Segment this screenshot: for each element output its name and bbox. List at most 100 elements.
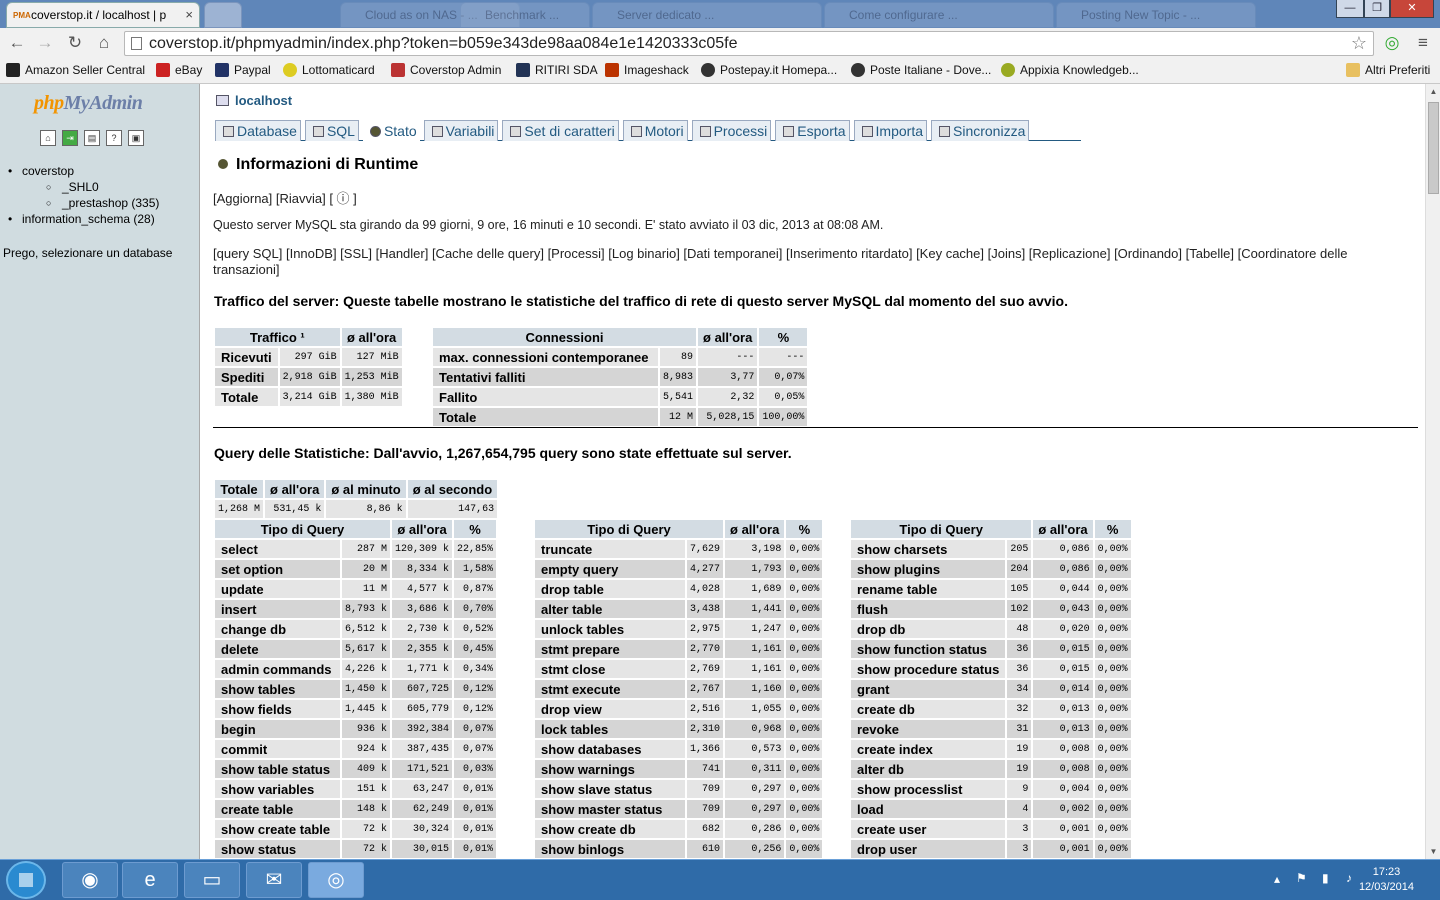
bookmark-item[interactable]: Paypal: [215, 62, 271, 78]
row-value: 4,577 k: [392, 580, 453, 598]
reload-icon[interactable]: ↻: [64, 32, 86, 54]
page-icon: [131, 37, 142, 50]
db-item-information-schema[interactable]: information_schema (28): [8, 211, 159, 227]
row-value: 0,004: [1033, 780, 1093, 798]
row-value: 0,008: [1033, 760, 1093, 778]
db-subitem[interactable]: _prestashop (335): [8, 195, 159, 211]
back-icon[interactable]: ←: [6, 32, 28, 54]
minimize-button[interactable]: —: [1336, 0, 1364, 18]
maximize-button[interactable]: ❐: [1364, 0, 1390, 18]
tab-set-di-caratteri[interactable]: Set di caratteri: [502, 120, 619, 141]
amazon-icon: [6, 63, 20, 77]
tab-importa[interactable]: Importa: [853, 120, 927, 141]
tab-sincronizza[interactable]: Sincronizza: [931, 120, 1030, 141]
row-value: 0,015: [1033, 660, 1093, 678]
row-label: Fallito: [433, 388, 658, 406]
start-button[interactable]: [6, 861, 46, 899]
address-bar[interactable]: coverstop.it/phpmyadmin/index.php?token=…: [124, 31, 1374, 56]
row-value: 0,00%: [786, 540, 823, 558]
mysql-docs-icon[interactable]: ▣: [128, 130, 144, 146]
server-breadcrumb[interactable]: localhost: [216, 93, 292, 108]
extension-icon[interactable]: ◎: [1381, 32, 1403, 54]
home-icon[interactable]: ⌂: [93, 32, 115, 54]
tab-motori[interactable]: Motori: [622, 120, 688, 141]
exit-icon[interactable]: ⇥: [62, 130, 78, 146]
row-value: 1,247: [725, 620, 785, 638]
db-subitem[interactable]: _SHL0: [8, 179, 159, 195]
bookmark-item[interactable]: Coverstop Admin: [391, 62, 501, 78]
bookmark-item[interactable]: Amazon Seller Central: [6, 62, 145, 78]
tab-inactive[interactable]: Server dedicato ...: [592, 2, 822, 28]
imageshack-icon: [605, 63, 619, 77]
sql-query-icon[interactable]: ▤: [84, 130, 100, 146]
row-label: show create table: [215, 820, 340, 838]
table-row: show status 72 k 30,015 0,01%: [215, 840, 497, 858]
row-label: update: [215, 580, 340, 598]
mail-taskbar-icon[interactable]: ✉: [246, 862, 302, 898]
home-icon[interactable]: ⌂: [40, 130, 56, 146]
phpmyadmin-logo[interactable]: phpMyAdmin: [34, 92, 143, 115]
table-row: revoke 31 0,013 0,00%: [851, 720, 1131, 738]
bookmark-star-icon[interactable]: ☆: [1351, 32, 1367, 55]
new-tab-button[interactable]: [204, 2, 242, 28]
documentation-icon[interactable]: ?: [106, 130, 122, 146]
db-item-coverstop[interactable]: coverstop: [8, 163, 159, 179]
action-center-flag-icon[interactable]: ⚑: [1296, 871, 1307, 885]
row-value: 127 MiB: [341, 348, 402, 366]
bookmark-item[interactable]: Postepay.it Homepa...: [701, 62, 837, 78]
show-hidden-icons[interactable]: ▴: [1274, 872, 1280, 886]
tab-stato[interactable]: Stato: [362, 119, 420, 143]
bookmark-item[interactable]: eBay: [156, 62, 202, 78]
row-value: 4,226 k: [342, 660, 391, 678]
bookmark-item[interactable]: Poste Italiane - Dove...: [851, 62, 991, 78]
folder-icon: [1346, 63, 1360, 77]
table-row: unlock tables 2,975 1,247 0,00%: [535, 620, 823, 638]
close-window-button[interactable]: ✕: [1390, 0, 1434, 18]
row-value: 0,086: [1033, 540, 1093, 558]
bookmark-item[interactable]: Imageshack: [605, 62, 689, 78]
forward-icon[interactable]: →: [34, 32, 56, 54]
scroll-down-icon[interactable]: ▼: [1426, 844, 1440, 859]
row-label: lock tables: [535, 720, 685, 738]
menu-icon[interactable]: ≡: [1412, 32, 1434, 54]
tab-sql[interactable]: SQL: [304, 120, 359, 141]
row-label: truncate: [535, 540, 685, 558]
chrome-taskbar-icon[interactable]: ◎: [308, 862, 364, 898]
tab-esporta[interactable]: Esporta: [775, 120, 850, 141]
column-header: Connessioni: [433, 328, 697, 346]
tab-active[interactable]: PMA coverstop.it / localhost | p ×: [6, 2, 200, 28]
ie-taskbar-icon[interactable]: e: [122, 862, 178, 898]
bookmark-item[interactable]: Appixia Knowledgeb...: [1001, 62, 1139, 78]
scroll-thumb[interactable]: [1428, 102, 1439, 194]
scroll-up-icon[interactable]: ▲: [1426, 84, 1440, 99]
bookmarks-bar: Amazon Seller Central eBay Paypal Lottom…: [0, 58, 1440, 84]
bookmark-item[interactable]: Lottomaticard: [283, 62, 375, 78]
refresh-restart-links[interactable]: [Aggiorna] [Riavvia] [ ⓘ ]: [213, 188, 357, 207]
row-label: show variables: [215, 780, 340, 798]
bookmark-item[interactable]: RITIRI SDA: [516, 62, 598, 78]
tab-database[interactable]: Database: [215, 120, 301, 141]
row-value: 0,311: [725, 760, 785, 778]
tab-inactive[interactable]: Come configurare ...: [824, 2, 1054, 28]
column-header: Traffico ¹: [215, 328, 340, 346]
explorer-taskbar-icon[interactable]: ▭: [184, 862, 240, 898]
url-text: coverstop.it/phpmyadmin/index.php?token=…: [149, 35, 738, 52]
row-value: 2,769: [687, 660, 724, 678]
tab-variabili[interactable]: Variabili: [423, 120, 499, 141]
row-label: max. connessioni contemporanee: [433, 348, 658, 366]
vertical-scrollbar[interactable]: ▲ ▼: [1425, 84, 1440, 859]
tab-inactive[interactable]: Benchmark ...: [460, 2, 590, 28]
close-tab-icon[interactable]: ×: [185, 3, 193, 27]
tab-inactive[interactable]: Posting New Topic - ...: [1056, 2, 1256, 28]
tab-processi[interactable]: Processi: [691, 120, 772, 141]
status-section-links[interactable]: [query SQL] [InnoDB] [SSL] [Handler] [Ca…: [213, 246, 1403, 278]
table-row: update 11 M 4,577 k 0,87%: [215, 580, 497, 598]
other-bookmarks[interactable]: Altri Preferiti: [1346, 62, 1430, 78]
volume-icon[interactable]: ♪: [1346, 871, 1352, 885]
clock[interactable]: 17:23 12/03/2014: [1359, 865, 1414, 895]
row-value: 62,249: [392, 800, 453, 818]
network-icon[interactable]: ▮: [1322, 871, 1329, 885]
firefox-taskbar-icon[interactable]: ◉: [62, 862, 118, 898]
row-label: stmt close: [535, 660, 685, 678]
table-row: flush 102 0,043 0,00%: [851, 600, 1131, 618]
